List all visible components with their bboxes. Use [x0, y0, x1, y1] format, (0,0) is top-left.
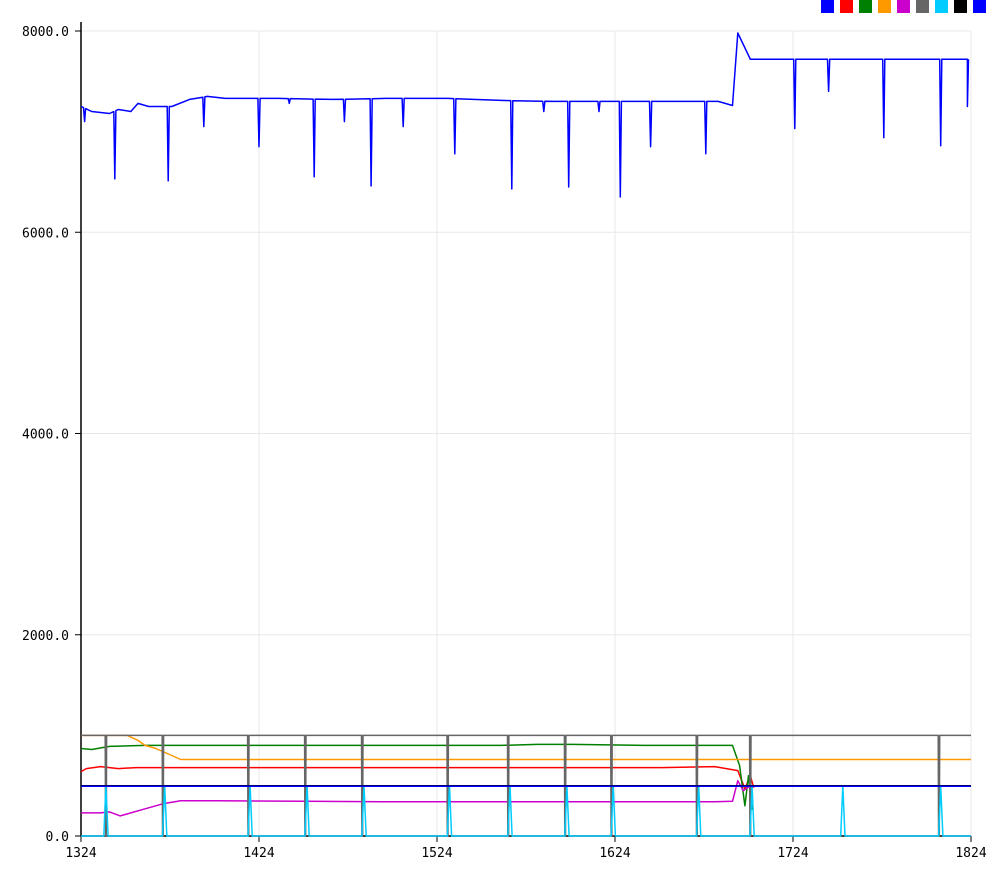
line-chart: 1324 1424 1524 1624 1724 1824 0.0 2000.0 4000.0 6… [22, 0, 987, 861]
y-tick-label: 0.0 [46, 830, 69, 845]
legend-swatch-1 [821, 0, 834, 13]
legend-swatch-5 [897, 0, 910, 13]
legend-swatch-3 [859, 0, 872, 13]
legend[interactable] [821, 0, 986, 13]
y-tick-label: 2000.0 [22, 629, 69, 644]
legend-swatch-4 [878, 0, 891, 13]
series-line-4 [81, 734, 971, 761]
legend-swatch-7 [935, 0, 948, 13]
y-tick-label: 6000.0 [22, 226, 69, 241]
y-tick-label: 8000.0 [22, 25, 69, 40]
legend-swatch-8 [954, 0, 967, 13]
x-tick-label: 1624 [599, 846, 630, 861]
x-tick-label: 1424 [243, 846, 274, 861]
x-tick-label: 1524 [421, 846, 452, 861]
legend-swatch-2 [840, 0, 853, 13]
series-line-3 [80, 743, 753, 810]
series-lines [80, 32, 971, 837]
legend-swatch-6 [916, 0, 929, 13]
legend-swatch-9 [973, 0, 986, 13]
y-tick-label: 4000.0 [22, 428, 69, 443]
series-line-7 [81, 784, 971, 837]
series-line-1 [80, 32, 970, 198]
grid-lines [80, 30, 972, 837]
x-tick-label: 1324 [65, 846, 96, 861]
x-tick-label: 1824 [955, 846, 986, 861]
x-tick-label: 1724 [777, 846, 808, 861]
